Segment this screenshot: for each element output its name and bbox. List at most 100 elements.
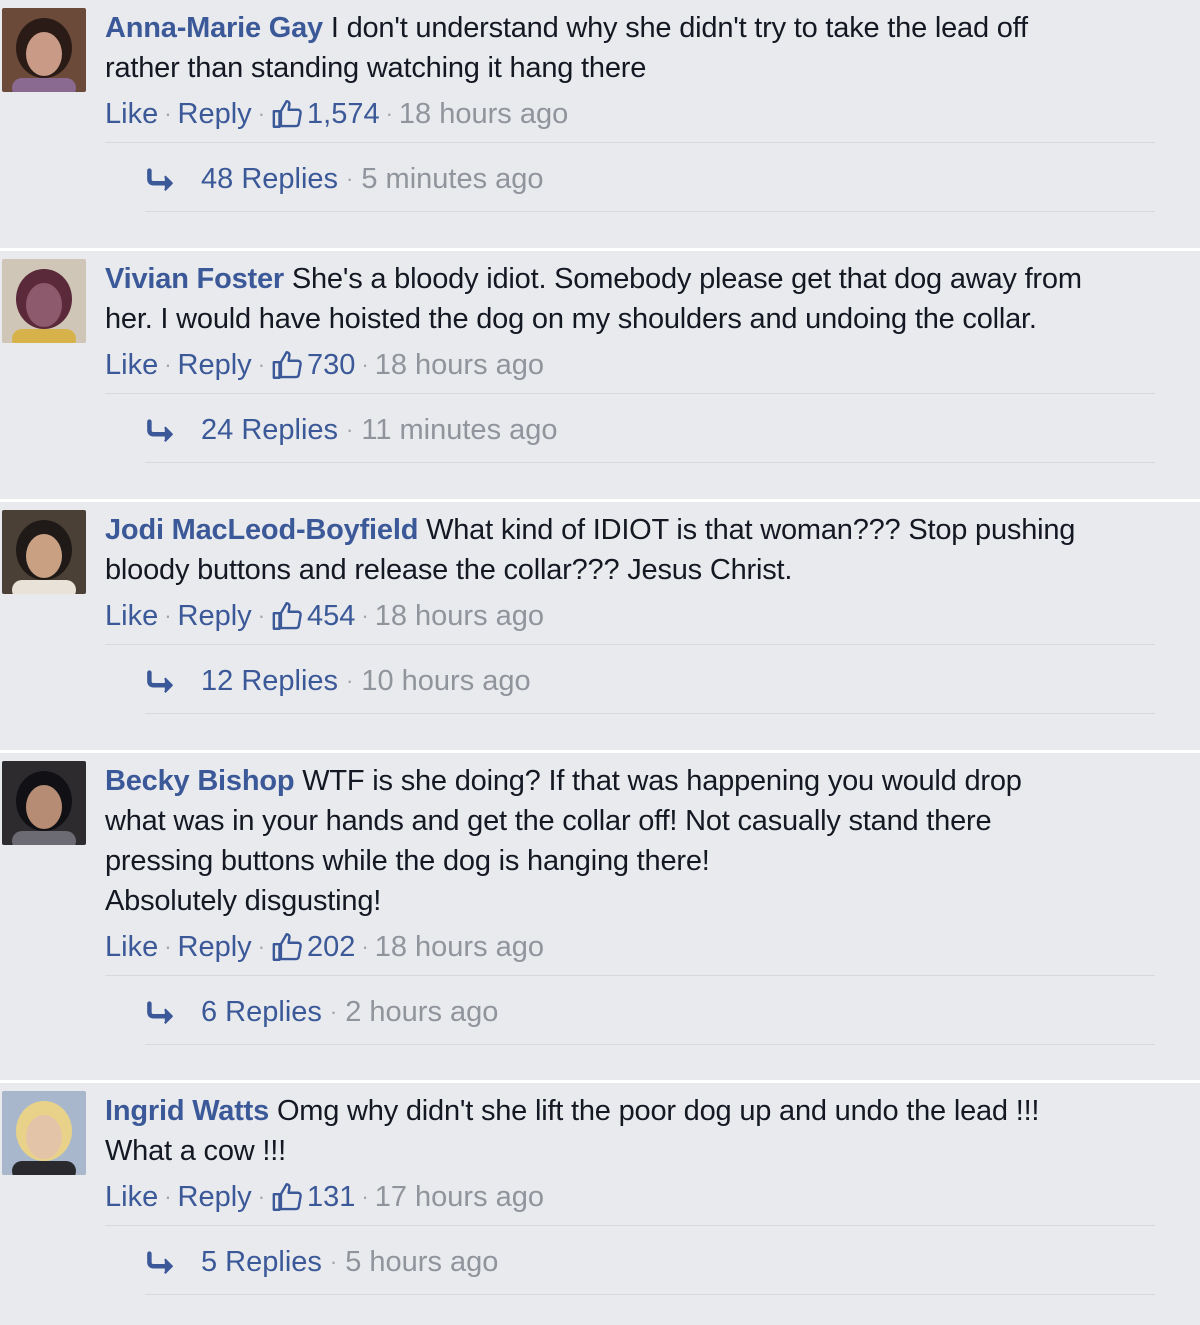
avatar[interactable]: [2, 761, 86, 845]
thumbs-up-icon: [272, 602, 302, 630]
separator: ·: [346, 166, 354, 191]
comment-text: Jodi MacLeod-Boyfield What kind of IDIOT…: [105, 510, 1160, 590]
separator: ·: [164, 352, 172, 377]
separator: ·: [361, 603, 369, 628]
author-name[interactable]: Anna-Marie Gay: [105, 12, 323, 44]
replies-row: 24 Replies · 11 minutes ago: [145, 410, 1155, 463]
separator: ·: [257, 1184, 266, 1209]
separator: ·: [164, 101, 172, 126]
comment-timestamp[interactable]: 17 hours ago: [375, 1177, 544, 1217]
comment: Vivian Foster She's a bloody idiot. Some…: [0, 251, 1200, 502]
author-name[interactable]: Jodi MacLeod-Boyfield: [105, 514, 418, 546]
separator: ·: [257, 934, 266, 959]
replies-row: 48 Replies · 5 minutes ago: [145, 159, 1155, 212]
like-count[interactable]: 1,574: [271, 94, 380, 134]
avatar-image: [2, 1091, 86, 1175]
like-count[interactable]: 454: [271, 596, 355, 636]
author-name[interactable]: Ingrid Watts: [105, 1095, 269, 1127]
reply-button[interactable]: Reply: [178, 1177, 252, 1217]
separator: ·: [164, 1184, 172, 1209]
reply-button[interactable]: Reply: [178, 927, 252, 967]
comment: Jodi MacLeod-Boyfield What kind of IDIOT…: [0, 502, 1200, 753]
reply-arrow-icon: [147, 168, 173, 191]
reply-arrow-icon: [147, 419, 173, 442]
replies-timestamp: 10 hours ago: [361, 665, 531, 697]
like-count[interactable]: 131: [271, 1177, 355, 1217]
separator: ·: [257, 603, 266, 628]
separator: ·: [361, 352, 369, 377]
separator: ·: [361, 1184, 369, 1209]
reply-button[interactable]: Reply: [178, 94, 252, 134]
avatar-image: [2, 259, 86, 343]
replies-timestamp: 11 minutes ago: [361, 414, 558, 446]
view-replies-link[interactable]: 12 Replies: [201, 661, 338, 701]
like-count-value: 730: [307, 349, 356, 381]
reply-arrow-icon: [147, 1251, 173, 1274]
comment: Becky Bishop WTF is she doing? If that w…: [0, 753, 1200, 1083]
author-name[interactable]: Vivian Foster: [105, 263, 284, 295]
like-count-value: 1,574: [307, 98, 380, 130]
separator: ·: [164, 934, 172, 959]
author-name[interactable]: Becky Bishop: [105, 765, 295, 797]
replies-timestamp: 2 hours ago: [345, 996, 499, 1028]
reply-button[interactable]: Reply: [178, 596, 252, 636]
separator: ·: [385, 101, 393, 126]
comment-timestamp[interactable]: 18 hours ago: [375, 596, 544, 636]
separator: ·: [361, 934, 369, 959]
separator: ·: [346, 417, 354, 442]
comment-actions: Like · Reply · 1,574 · 18 hours ago: [105, 94, 1155, 143]
comment-text: Ingrid Watts Omg why didn't she lift the…: [105, 1091, 1160, 1171]
separator: ·: [329, 1249, 338, 1274]
view-replies-link[interactable]: 24 Replies: [201, 410, 338, 450]
avatar[interactable]: [2, 8, 86, 92]
like-count-value: 202: [307, 931, 356, 963]
view-replies-link[interactable]: 5 Replies: [201, 1242, 322, 1282]
comment-text: Vivian Foster She's a bloody idiot. Some…: [105, 259, 1160, 339]
thumbs-up-icon: [272, 933, 302, 961]
replies-timestamp: 5 minutes ago: [361, 163, 544, 195]
reply-arrow-icon: [147, 670, 173, 693]
avatar[interactable]: [2, 1091, 86, 1175]
replies-row: 5 Replies · 5 hours ago: [145, 1242, 1155, 1295]
like-button[interactable]: Like: [105, 1177, 158, 1217]
thumbs-up-icon: [272, 100, 302, 128]
separator: ·: [257, 352, 266, 377]
comment: Ingrid Watts Omg why didn't she lift the…: [0, 1083, 1200, 1325]
comment-text: Anna-Marie Gay I don't understand why sh…: [105, 8, 1160, 88]
avatar-image: [2, 8, 86, 92]
comment-actions: Like · Reply · 131 · 17 hours ago: [105, 1177, 1155, 1226]
like-button[interactable]: Like: [105, 345, 158, 385]
like-button[interactable]: Like: [105, 596, 158, 636]
separator: ·: [257, 101, 266, 126]
reply-arrow-icon: [147, 1001, 173, 1024]
avatar-image: [2, 761, 86, 845]
like-button[interactable]: Like: [105, 927, 158, 967]
comment-timestamp[interactable]: 18 hours ago: [375, 345, 544, 385]
comment-actions: Like · Reply · 202 · 18 hours ago: [105, 927, 1155, 976]
thumbs-up-icon: [272, 351, 302, 379]
like-count-value: 131: [307, 1181, 356, 1213]
like-count[interactable]: 730: [271, 345, 355, 385]
like-count[interactable]: 202: [271, 927, 355, 967]
replies-row: 6 Replies · 2 hours ago: [145, 992, 1155, 1045]
like-count-value: 454: [307, 600, 356, 632]
avatar[interactable]: [2, 510, 86, 594]
avatar[interactable]: [2, 259, 86, 343]
separator: ·: [329, 999, 338, 1024]
separator: ·: [164, 603, 172, 628]
comment-timestamp[interactable]: 18 hours ago: [399, 94, 568, 134]
comment-timestamp[interactable]: 18 hours ago: [375, 927, 544, 967]
comment-feed: Anna-Marie Gay I don't understand why sh…: [0, 0, 1200, 1325]
comment: Anna-Marie Gay I don't understand why sh…: [0, 0, 1200, 251]
view-replies-link[interactable]: 48 Replies: [201, 159, 338, 199]
comment-actions: Like · Reply · 454 · 18 hours ago: [105, 596, 1155, 645]
replies-timestamp: 5 hours ago: [345, 1246, 499, 1278]
view-replies-link[interactable]: 6 Replies: [201, 992, 322, 1032]
like-button[interactable]: Like: [105, 94, 158, 134]
avatar-image: [2, 510, 86, 594]
replies-row: 12 Replies · 10 hours ago: [145, 661, 1155, 714]
thumbs-up-icon: [272, 1183, 302, 1211]
reply-button[interactable]: Reply: [178, 345, 252, 385]
separator: ·: [346, 668, 354, 693]
comment-text: Becky Bishop WTF is she doing? If that w…: [105, 761, 1160, 921]
